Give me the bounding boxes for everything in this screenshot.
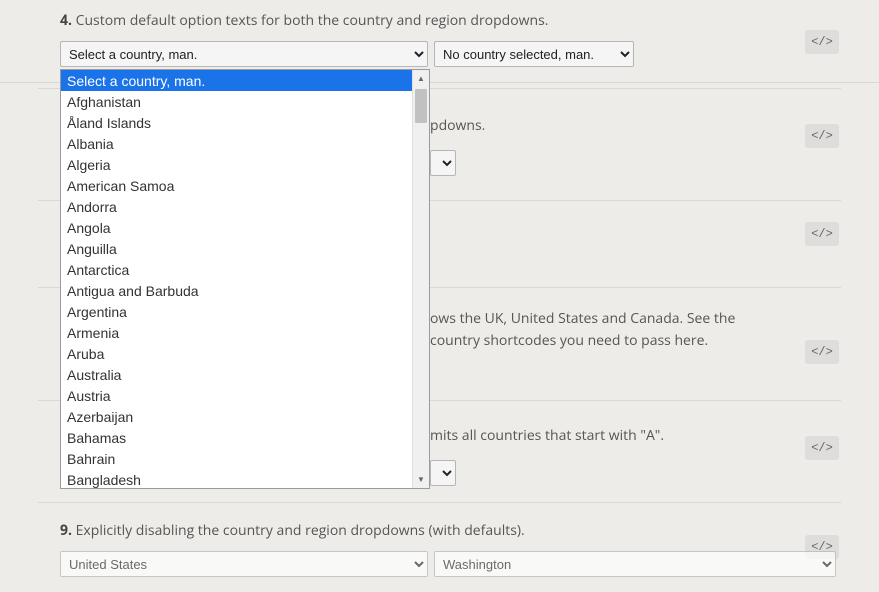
dropdown-option[interactable]: Antarctica bbox=[61, 259, 412, 280]
dropdown-option[interactable]: Albania bbox=[61, 133, 412, 154]
dropdown-option[interactable]: Azerbaijan bbox=[61, 406, 412, 427]
view-code-button-7[interactable]: </> bbox=[805, 340, 839, 364]
code-icon: </> bbox=[811, 345, 833, 359]
example-9-number: 9. bbox=[60, 521, 72, 540]
example-9-section: 9. Explicitly disabling the country and … bbox=[0, 505, 879, 592]
country-dropdown-4[interactable]: Select a country, man. bbox=[60, 41, 428, 67]
dropdown-option[interactable]: Andorra bbox=[61, 196, 412, 217]
scroll-thumb[interactable] bbox=[415, 89, 427, 123]
region-dropdown-5[interactable]: - ▾ bbox=[430, 150, 456, 176]
dropdown-option[interactable]: American Samoa bbox=[61, 175, 412, 196]
dropdown-option[interactable]: Anguilla bbox=[61, 238, 412, 259]
dropdown-scrollbar[interactable]: ▲ ▼ bbox=[412, 70, 429, 488]
example-5-partial-text: pdowns. bbox=[430, 115, 839, 136]
code-icon: </> bbox=[811, 441, 833, 455]
example-4-number: 4. bbox=[60, 11, 72, 30]
dropdown-option[interactable]: Armenia bbox=[61, 322, 412, 343]
code-icon: </> bbox=[811, 129, 833, 143]
scroll-up-icon[interactable]: ▲ bbox=[413, 70, 429, 87]
dropdown-option[interactable]: Åland Islands bbox=[61, 112, 412, 133]
example-7-partial-text-1: ows the UK, United States and Canada. Se… bbox=[430, 308, 839, 329]
view-code-button-8[interactable]: </> bbox=[805, 436, 839, 460]
scroll-down-icon[interactable]: ▼ bbox=[413, 471, 429, 488]
dropdown-option[interactable]: Austria bbox=[61, 385, 412, 406]
example-4-text: Custom default option texts for both the… bbox=[76, 11, 549, 30]
dropdown-option[interactable]: Australia bbox=[61, 364, 412, 385]
dropdown-option[interactable]: Select a country, man. bbox=[61, 70, 412, 91]
dropdown-option[interactable]: Bangladesh bbox=[61, 469, 412, 488]
dropdown-options-list: Select a country, man.AfghanistanÅland I… bbox=[61, 70, 412, 488]
example-7-partial-text-2: country shortcodes you need to pass here… bbox=[430, 330, 839, 351]
dropdown-option[interactable]: Aruba bbox=[61, 343, 412, 364]
code-icon: </> bbox=[811, 35, 833, 49]
region-dropdown-8[interactable]: - ▾ bbox=[430, 460, 456, 486]
view-code-button-6[interactable]: </> bbox=[805, 222, 839, 246]
country-dropdown-4-listbox[interactable]: Select a country, man.AfghanistanÅland I… bbox=[60, 69, 430, 489]
section-divider bbox=[38, 502, 841, 503]
example-9-text: Explicitly disabling the country and reg… bbox=[76, 521, 525, 540]
view-code-button-4[interactable]: </> bbox=[805, 30, 839, 54]
example-9-controls: United States Washington bbox=[60, 551, 839, 577]
dropdown-option[interactable]: Angola bbox=[61, 217, 412, 238]
view-code-button-5[interactable]: </> bbox=[805, 124, 839, 148]
dropdown-option[interactable]: Bahrain bbox=[61, 448, 412, 469]
example-8-partial-text: mits all countries that start with "A". bbox=[430, 425, 839, 446]
dropdown-option[interactable]: Argentina bbox=[61, 301, 412, 322]
dropdown-option[interactable]: Antigua and Barbuda bbox=[61, 280, 412, 301]
dropdown-option[interactable]: Algeria bbox=[61, 154, 412, 175]
code-icon: </> bbox=[811, 227, 833, 241]
dropdown-option[interactable]: Afghanistan bbox=[61, 91, 412, 112]
region-dropdown-9[interactable]: Washington bbox=[434, 551, 836, 577]
region-dropdown-4[interactable]: No country selected, man. bbox=[434, 41, 634, 67]
dropdown-option[interactable]: Bahamas bbox=[61, 427, 412, 448]
example-9-description: 9. Explicitly disabling the country and … bbox=[60, 520, 839, 541]
example-4-description: 4. Custom default option texts for both … bbox=[60, 10, 839, 31]
country-dropdown-9[interactable]: United States bbox=[60, 551, 428, 577]
example-4-controls: Select a country, man. No country select… bbox=[60, 41, 839, 67]
